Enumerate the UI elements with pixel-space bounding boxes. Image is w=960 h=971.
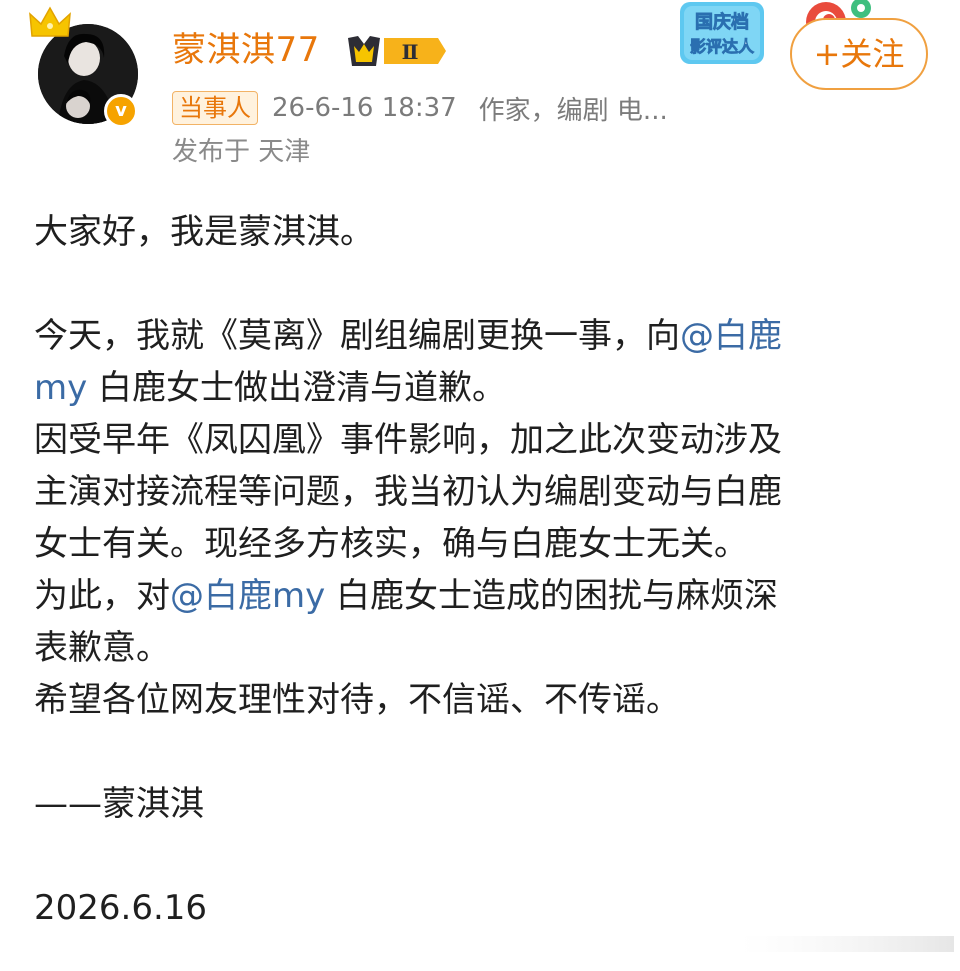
timestamp: 26-6-16 18:37 <box>272 93 457 123</box>
post-line: 表歉意。 <box>34 628 170 668</box>
post-location: 发布于 天津 <box>172 137 311 167</box>
post-line: 主演对接流程等问题，我当初认为编剧变动与白鹿 <box>34 472 782 512</box>
post-signature: ——蒙淇淇 <box>34 784 204 824</box>
mention-link-tail[interactable]: my <box>34 368 87 408</box>
post-text: 为此，对 <box>34 576 170 616</box>
post-paragraph-apology-cont: my 白鹿女士做出澄清与道歉。 <box>34 362 934 414</box>
post-line: 希望各位网友理性对待，不信谣、不传谣。 <box>34 680 680 720</box>
user-role: 作家，编剧 电... <box>478 95 668 126</box>
post-paragraph-regret: 为此，对@白鹿my 白鹿女士造成的困扰与麻烦深 <box>34 570 934 622</box>
image-fade-watermark <box>740 936 954 952</box>
post-header: v 蒙淇淇77 Ⅱ 当事人 26-6-16 18:37 作家，编剧 电... 发… <box>0 0 960 190</box>
post-greeting: 大家好，我是蒙淇淇。 <box>34 212 374 252</box>
post-text: 白鹿女士造成的困扰与麻烦深 <box>325 576 779 616</box>
post-line: 女士有关。现经多方核实，确与白鹿女士无关。 <box>34 524 748 564</box>
mention-link[interactable]: @白鹿 <box>680 316 782 356</box>
username[interactable]: 蒙淇淇77 <box>172 28 320 72</box>
post-text: 今天，我就《莫离》剧组编剧更换一事，向 <box>34 316 680 356</box>
level-badge-label: Ⅱ <box>402 40 419 64</box>
post-line: 因受早年《凤囚凰》事件影响，加之此次变动涉及 <box>34 420 782 460</box>
promo-line1: 国庆档 <box>695 11 749 33</box>
post-paragraph-apology: 今天，我就《莫离》剧组编剧更换一事，向@白鹿 <box>34 310 934 362</box>
post-content: 大家好，我是蒙淇淇。 今天，我就《莫离》剧组编剧更换一事，向@白鹿 my 白鹿女… <box>34 206 934 934</box>
level-badge-icon[interactable]: Ⅱ <box>344 32 448 70</box>
meta-row: 当事人 26-6-16 18:37 作家，编剧 电... <box>172 88 668 128</box>
party-tag: 当事人 <box>172 91 258 125</box>
crown-icon <box>29 6 71 37</box>
post-text: 白鹿女士做出澄清与道歉。 <box>87 368 507 408</box>
mention-link[interactable]: @白鹿my <box>170 576 325 616</box>
promo-line2: 影评达人 <box>690 37 755 56</box>
follow-button[interactable]: +关注 <box>790 18 928 90</box>
post-date: 2026.6.16 <box>34 888 208 928</box>
verified-icon: v <box>104 94 138 128</box>
